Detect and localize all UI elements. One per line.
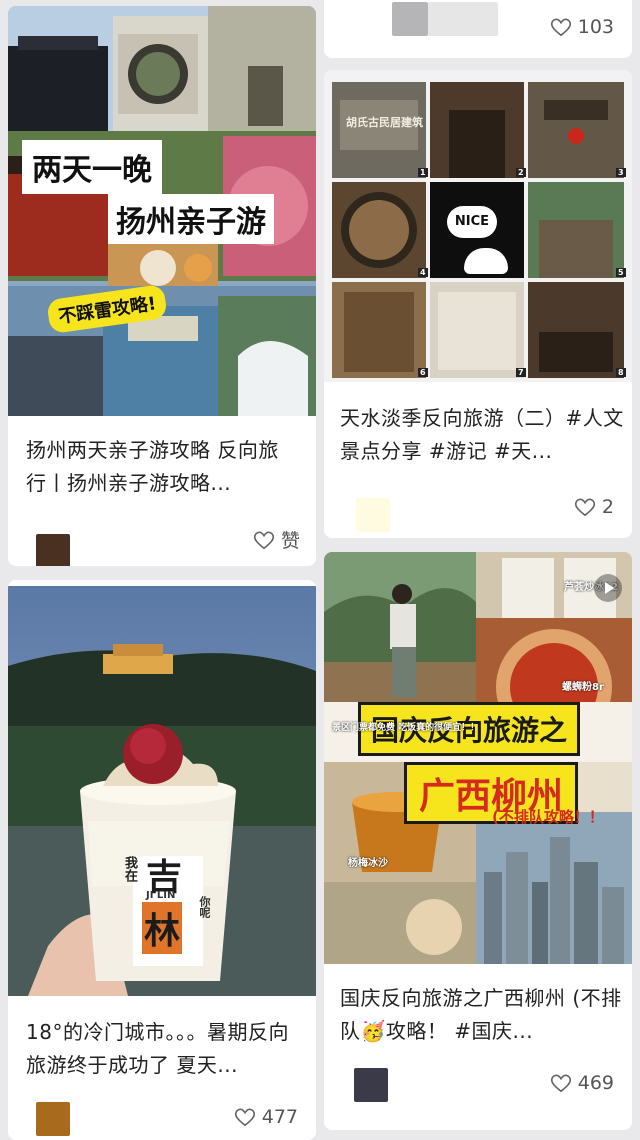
avatar[interactable] bbox=[36, 534, 70, 566]
like-button[interactable]: 469 bbox=[550, 1072, 614, 1094]
note-title[interactable]: 国庆反向旅游之广西柳州 (不排队🥳攻略！ #国庆... bbox=[340, 982, 624, 1048]
heart-icon bbox=[550, 18, 571, 37]
note-card-liuzhou[interactable]: 国庆反向旅游之 广西柳州 (不排队攻略！！ 景区门票都免费 吃饭真的很便宜！！ … bbox=[324, 552, 632, 1130]
cover-caption-drink: 杨梅冰沙 bbox=[348, 858, 388, 869]
cup-label-latin: JI LIN bbox=[146, 890, 176, 901]
like-button[interactable]: 赞 bbox=[253, 526, 300, 553]
note-card-jilin[interactable]: 我在 吉 JI LIN 林 你呢 18°的冷门城市。。。暑期反向旅游终于成功了 … bbox=[8, 580, 316, 1140]
like-count: 103 bbox=[577, 16, 614, 38]
heart-icon bbox=[550, 1074, 571, 1093]
avatar[interactable] bbox=[36, 1102, 70, 1136]
grid-number: 1 bbox=[418, 168, 428, 177]
like-count: 469 bbox=[577, 1072, 614, 1094]
cover-image-liuzhou[interactable]: 国庆反向旅游之 广西柳州 (不排队攻略！！ 景区门票都免费 吃饭真的很便宜！！ … bbox=[324, 552, 632, 964]
avatar[interactable] bbox=[392, 2, 428, 36]
note-title[interactable]: 天水淡季反向旅游（二）#人文景点分享 #游记 #天... bbox=[340, 402, 624, 468]
avatar[interactable] bbox=[354, 1068, 388, 1102]
cover-title-line1: 两天一晚 bbox=[22, 140, 162, 194]
like-button[interactable]: 103 bbox=[550, 16, 614, 38]
nice-sticker: NICE bbox=[447, 206, 497, 238]
grid-number: 6 bbox=[418, 368, 428, 377]
cup-label-zai: 我在 bbox=[122, 856, 137, 882]
cup-label-nine: 你呢 bbox=[198, 896, 211, 918]
video-play-icon[interactable] bbox=[594, 574, 622, 602]
note-card-tianshui[interactable]: 胡氏古民居建筑 NICE 1 2 3 4 5 6 7 8 天水淡季反向旅游（二）… bbox=[324, 70, 632, 538]
like-count: 2 bbox=[601, 496, 614, 518]
avatar-secondary bbox=[428, 2, 498, 36]
grid-number: 2 bbox=[516, 168, 526, 177]
grid-number: 4 bbox=[418, 268, 428, 277]
cover-caption-noodles: 螺蛳粉8r bbox=[562, 682, 604, 693]
cover-image-tianshui-grid[interactable]: 胡氏古民居建筑 NICE 1 2 3 4 5 6 7 8 bbox=[324, 70, 632, 382]
heart-icon bbox=[234, 1108, 255, 1127]
grid-number: 8 bbox=[616, 368, 626, 377]
grid-number: 3 bbox=[616, 168, 626, 177]
grid-number: 7 bbox=[516, 368, 526, 377]
like-button[interactable]: 2 bbox=[574, 496, 614, 518]
grid-sign-text: 胡氏古民居建筑 bbox=[346, 116, 423, 129]
cover-subtitle-no-queue: (不排队攻略！！ bbox=[492, 808, 604, 826]
heart-icon bbox=[574, 498, 595, 517]
avatar[interactable] bbox=[356, 498, 390, 532]
note-title[interactable]: 扬州两天亲子游攻略 反向旅行丨扬州亲子游攻略... bbox=[26, 434, 298, 500]
cover-image-yangzhou[interactable]: 两天一晚 扬州亲子游 不踩雷攻略! bbox=[8, 6, 316, 416]
cover-caption-tickets: 景区门票都免费 吃饭真的很便宜！！ bbox=[332, 723, 480, 733]
cup-label-lin: 林 bbox=[142, 902, 183, 954]
like-count: 477 bbox=[261, 1106, 298, 1128]
heart-icon bbox=[253, 531, 275, 549]
like-label: 赞 bbox=[280, 530, 300, 552]
grid-number: 5 bbox=[616, 268, 626, 277]
note-card-yangzhou[interactable]: 两天一晚 扬州亲子游 不踩雷攻略! 扬州两天亲子游攻略 反向旅行丨扬州亲子游攻略… bbox=[8, 6, 316, 566]
cover-image-jilin[interactable]: 我在 吉 JI LIN 林 你呢 bbox=[8, 586, 316, 996]
note-title[interactable]: 18°的冷门城市。。。暑期反向旅游终于成功了 夏天... bbox=[26, 1016, 302, 1082]
cover-title-line2: 扬州亲子游 bbox=[108, 194, 274, 244]
note-card-partial[interactable]: 103 bbox=[324, 0, 632, 58]
collage-liuzhou bbox=[324, 552, 632, 964]
like-button[interactable]: 477 bbox=[234, 1106, 298, 1128]
